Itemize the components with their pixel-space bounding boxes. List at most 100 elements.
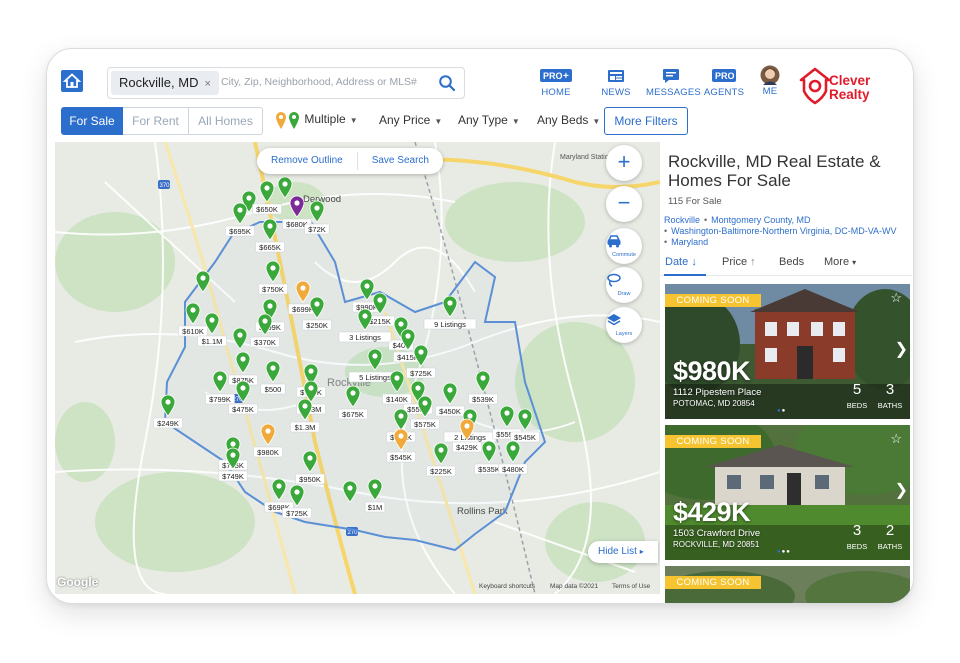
map-outline-controls: Remove Outline Save Search xyxy=(257,148,443,174)
tab-for-sale[interactable]: For Sale xyxy=(61,107,123,135)
breadcrumb-link-state[interactable]: Maryland xyxy=(671,237,708,247)
search-icon[interactable] xyxy=(438,74,456,92)
pin-price-label: $500 xyxy=(265,385,282,394)
brand-line-2: Realty xyxy=(829,87,870,102)
terms-of-use-link[interactable]: Terms of Use xyxy=(612,583,650,590)
nav-pro-home[interactable]: PRO + HOME xyxy=(531,68,581,98)
breadcrumb-link-rockville[interactable]: Rockville xyxy=(664,215,700,225)
nav-news[interactable]: NEWS xyxy=(591,68,641,98)
chevron-down-icon: ▼ xyxy=(511,117,520,126)
nav-pro-agents[interactable]: PRO AGENTS xyxy=(699,68,749,98)
sort-tab-more[interactable]: More ▾ xyxy=(824,256,856,268)
nav-label-news: NEWS xyxy=(601,87,631,98)
beds-label: BEDS xyxy=(846,542,868,551)
pin-price-label: $675K xyxy=(342,410,364,419)
zoom-out-button[interactable]: − xyxy=(606,186,642,222)
layers-button[interactable]: Layers xyxy=(606,307,642,343)
breadcrumb-link-metro[interactable]: Washington-Baltimore-Northern Virginia, … xyxy=(671,226,896,236)
sort-tab-beds-label: Beds xyxy=(779,256,805,268)
pin-price-label: $480K xyxy=(502,465,524,474)
google-logo: Google xyxy=(57,575,99,589)
commute-button[interactable]: Commute xyxy=(606,228,642,264)
favorite-star-icon[interactable]: ☆ xyxy=(890,431,902,447)
news-icon xyxy=(608,70,624,82)
map-view[interactable]: Derwood Rockville Rollins Park Maryland … xyxy=(55,142,660,594)
draw-button[interactable]: Draw xyxy=(606,267,642,303)
favorite-star-icon[interactable]: ☆ xyxy=(890,290,902,306)
pin-price-label: $545K xyxy=(514,433,536,442)
hide-list-button[interactable]: Hide List ▸ xyxy=(588,541,658,563)
tab-for-rent[interactable]: For Rent xyxy=(123,107,189,135)
pro-agents-icon: PRO xyxy=(712,69,736,82)
top-header: Rockville, MD × City, Zip, Neighborhood, … xyxy=(47,49,913,107)
map-data-attribution: Map data ©2021 xyxy=(550,583,599,590)
tab-all-homes[interactable]: All Homes xyxy=(189,107,263,135)
coming-soon-badge: COMING SOON xyxy=(665,576,761,589)
messages-icon xyxy=(663,69,679,83)
next-photo-chevron-icon[interactable]: ❯ xyxy=(895,480,908,500)
listing-card[interactable]: COMING SOON xyxy=(665,566,910,603)
pin-price-label: $980K xyxy=(257,448,279,457)
save-search-button[interactable]: Save Search xyxy=(358,148,443,174)
search-box[interactable]: Rockville, MD × City, Zip, Neighborhood, … xyxy=(107,67,465,99)
pin-price-label: $1M xyxy=(368,503,383,512)
beds-dropdown[interactable]: Any Beds ▼ xyxy=(537,113,600,127)
minus-icon: − xyxy=(617,190,631,215)
sort-tabs: Date ↓ Price ↑ Beds More ▾ xyxy=(660,250,912,276)
pin-price-label: $370K xyxy=(254,338,276,347)
pin-price-label: $750K xyxy=(262,285,284,294)
price-dropdown[interactable]: Any Price ▼ xyxy=(379,113,442,127)
listing-address: 1112 Pipestem Place xyxy=(673,387,762,398)
brand-line-1: Clever xyxy=(829,73,871,88)
listing-price: $980K xyxy=(673,356,751,386)
active-tab-indicator xyxy=(664,274,706,276)
arrow-up-icon: ↑ xyxy=(750,256,756,268)
chevron-down-icon: ▼ xyxy=(592,117,601,126)
pin-price-label: $575K xyxy=(414,420,436,429)
pin-price-label: $215K xyxy=(369,317,391,326)
page-title: Rockville, MD Real Estate & Homes For Sa… xyxy=(668,152,881,190)
listing-city: POTOMAC, MD 20854 xyxy=(673,399,755,408)
listing-price: $429K xyxy=(673,497,751,527)
more-filters-button[interactable]: More Filters xyxy=(604,107,688,135)
breadcrumb-link-county[interactable]: Montgomery County, MD xyxy=(711,215,810,225)
sort-tab-date-label: Date xyxy=(665,256,689,268)
home-logo-icon[interactable] xyxy=(60,69,84,93)
remove-outline-button[interactable]: Remove Outline xyxy=(257,148,357,174)
commute-label: Commute xyxy=(612,252,636,258)
beds-count: 3 xyxy=(852,522,862,539)
listing-card[interactable]: COMING SOON ☆ ❯ $429K 1503 Crawford Driv… xyxy=(665,425,910,560)
next-photo-chevron-icon[interactable]: ❯ xyxy=(895,339,908,359)
sort-tab-date[interactable]: Date ↓ xyxy=(665,256,697,268)
beds-label: BEDS xyxy=(846,401,868,410)
sort-tab-beds[interactable]: Beds xyxy=(779,256,804,268)
nav-messages[interactable]: MESSAGES xyxy=(646,68,701,98)
property-type-dropdown[interactable]: Multiple ▼ xyxy=(275,110,358,130)
zoom-in-button[interactable]: + xyxy=(606,145,642,181)
nav-label-home: HOME xyxy=(541,87,571,98)
sort-tab-price[interactable]: Price ↑ xyxy=(722,256,756,268)
pin-price-label: $1.3M xyxy=(295,423,316,432)
layers-label: Layers xyxy=(615,331,633,337)
sort-tab-price-label: Price xyxy=(722,256,748,268)
search-input[interactable]: City, Zip, Neighborhood, Address or MLS# xyxy=(221,76,417,88)
nav-me[interactable]: ME xyxy=(745,65,795,97)
chip-close-icon[interactable]: × xyxy=(204,78,210,90)
car-icon xyxy=(607,235,621,248)
photo-carousel-dots: ●● xyxy=(777,408,787,414)
listing-card[interactable]: COMING SOON ☆ ❯ $980K 1112 Pipestem Plac… xyxy=(665,284,910,419)
bullet-separator: • xyxy=(704,215,708,225)
pin-price-label: 3 Listings xyxy=(349,333,381,342)
pin-price-label: $545K xyxy=(390,453,412,462)
map-canvas[interactable]: Derwood Rockville Rollins Park Maryland … xyxy=(55,142,660,594)
breadcrumb: Rockville • Montgomery County, MD • Washing… xyxy=(664,215,913,248)
search-location-chip[interactable]: Rockville, MD × xyxy=(111,71,219,95)
type-dropdown[interactable]: Any Type ▼ xyxy=(458,113,520,127)
clever-realty-logo[interactable]: Clever Realty xyxy=(799,67,879,107)
pin-price-label: $72K xyxy=(308,225,326,234)
draw-label: Draw xyxy=(617,291,631,297)
price-value: Any Price xyxy=(379,113,431,127)
keyboard-shortcuts-link[interactable]: Keyboard shortcuts xyxy=(479,583,535,590)
pin-price-label: $749K xyxy=(222,472,244,481)
pin-price-label: $725K xyxy=(410,369,432,378)
